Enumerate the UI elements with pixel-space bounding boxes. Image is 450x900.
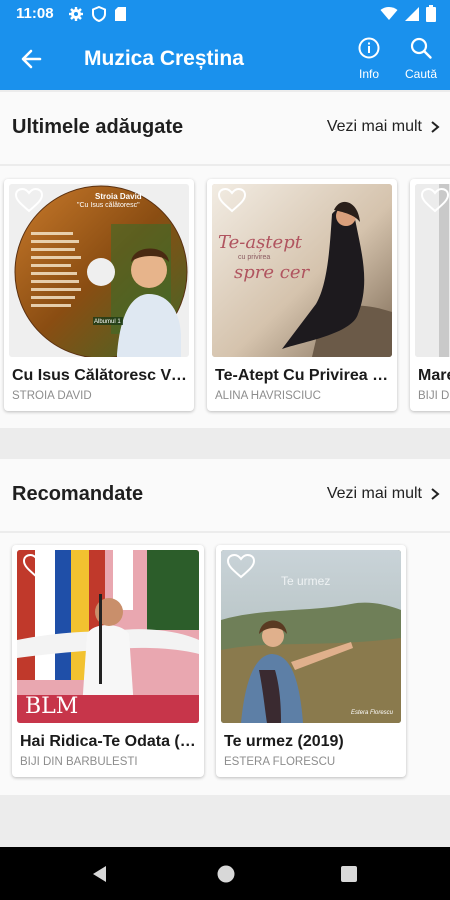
see-more-label: Vezi mai mult — [326, 118, 422, 135]
wifi-icon — [380, 7, 398, 20]
favorite-button[interactable] — [14, 187, 44, 213]
recents-square-icon[interactable] — [340, 865, 358, 883]
favorite-button[interactable] — [226, 553, 256, 579]
album-artist: ALINA HAVRISCIUC — [215, 390, 321, 402]
battery-icon — [426, 5, 436, 22]
search-label: Caută — [404, 67, 438, 81]
album-title: Hai Ridica-Te Odata (Live) — [20, 733, 198, 750]
search-button[interactable]: Caută — [399, 36, 443, 84]
favorite-button[interactable] — [22, 553, 52, 579]
sd-card-icon — [115, 7, 126, 21]
album-artist: ESTERA FLORESCU — [224, 756, 336, 768]
app-bar: Muzica Creștina Info Caută — [0, 28, 450, 90]
recommended-albums-strip[interactable]: BLM Hai Ridica-Te Odata (Live) BIJI DIN … — [0, 533, 450, 795]
cover-artist-text: Estera Florescu — [351, 710, 394, 716]
album-artist: BIJI DIN BARBULESTI — [20, 756, 138, 768]
arrow-back-icon — [21, 49, 42, 69]
status-bar: 11:08 — [0, 0, 450, 28]
info-label: Info — [358, 67, 379, 81]
see-more-button[interactable]: Vezi mai mult — [327, 485, 440, 503]
app-title: Muzica Creștina — [84, 47, 244, 70]
search-icon — [410, 37, 432, 59]
section-title: Recomandate — [12, 483, 144, 505]
gear-icon — [69, 7, 83, 21]
favorite-button[interactable] — [420, 187, 450, 213]
section-header-latest: Ultimele adăugate Vezi mai mult — [0, 92, 450, 164]
chevron-right-icon — [431, 488, 440, 500]
favorite-button[interactable] — [217, 187, 247, 213]
system-nav-bar — [0, 847, 450, 900]
info-button[interactable]: Info — [347, 36, 391, 84]
info-icon — [358, 37, 380, 59]
signal-icon — [405, 6, 419, 21]
back-triangle-icon[interactable] — [90, 864, 110, 884]
section-header-recommended: Recomandate Vezi mai mult — [0, 459, 450, 531]
cover-title-line3: spre cer — [234, 262, 310, 283]
back-button[interactable] — [18, 45, 48, 73]
see-more-label: Vezi mai mult — [326, 485, 422, 502]
cover-title-line1: Te-aștept — [218, 232, 302, 253]
heart-outline-icon — [217, 187, 247, 213]
album-card[interactable]: Te urmez Estera Florescu Te urmez (2019)… — [216, 545, 406, 777]
album-title: Marea — [418, 367, 450, 384]
see-more-button[interactable]: Vezi mai mult — [327, 118, 440, 136]
status-time: 11:08 — [16, 5, 54, 22]
heart-outline-icon — [14, 187, 44, 213]
album-title: Te-Atept Cu Privirea Spre Cer — [215, 367, 393, 384]
cover-artist-text: Stroia David — [95, 192, 142, 201]
cover-title-text: Te urmez — [281, 574, 331, 588]
shield-icon — [92, 6, 106, 22]
album-title: Te urmez (2019) — [224, 733, 344, 750]
heart-outline-icon — [22, 553, 52, 579]
album-card[interactable]: Te-aștept cu privirea spre cer Te-Atept … — [207, 179, 397, 411]
cover-logo-text: BLM — [25, 694, 79, 719]
album-title: Cu Isus Călătoresc Vieți — [12, 367, 190, 384]
album-card[interactable]: Stroia David "Cu Isus călătoresc" Albumu… — [4, 179, 194, 411]
chevron-right-icon — [431, 121, 440, 133]
heart-outline-icon — [420, 187, 450, 213]
album-card[interactable]: Marea BIJI DIN BARBULESTI — [410, 179, 450, 411]
cover-album-text: "Cu Isus călătoresc" — [77, 202, 140, 209]
album-artist: STROIA DAVID — [12, 390, 92, 402]
cover-title-line2: cu privirea — [238, 254, 271, 261]
cover-badge-text: Albumul 1 — [94, 319, 121, 325]
home-circle-icon[interactable] — [216, 864, 236, 884]
album-artist: BIJI DIN BARBULESTI — [418, 390, 450, 402]
heart-outline-icon — [226, 553, 256, 579]
section-title: Ultimele adăugate — [12, 116, 184, 138]
album-card[interactable]: BLM Hai Ridica-Te Odata (Live) BIJI DIN … — [12, 545, 204, 777]
latest-albums-strip[interactable]: Stroia David "Cu Isus călătoresc" Albumu… — [0, 166, 450, 428]
